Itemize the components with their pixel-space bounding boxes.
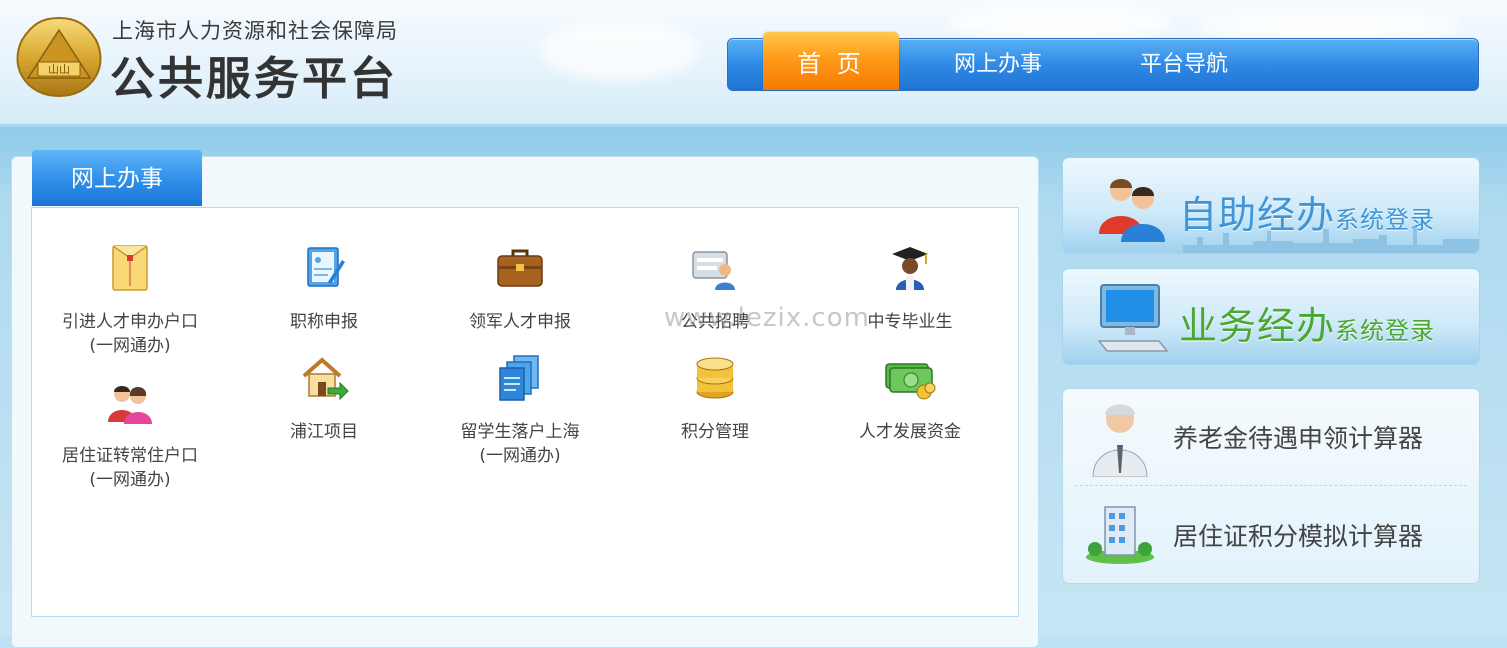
computer-icon [1097, 284, 1169, 352]
service-label: 职称申报 [290, 312, 358, 332]
nav-item-online-service[interactable]: 网上办事 [928, 39, 1068, 90]
calculator-box: 养老金待遇申领计算器 居住证积分模拟计算器 [1062, 388, 1480, 584]
cloud-decoration [950, 2, 1170, 42]
residence-points-calculator-link[interactable]: 居住证积分模拟计算器 [1063, 487, 1479, 583]
emblem-icon: 山山 [16, 16, 102, 98]
cloud-decoration [1200, 8, 1460, 42]
service-sublabel: (一网通办) [479, 446, 561, 466]
residence-points-calculator-label: 居住证积分模拟计算器 [1173, 522, 1424, 551]
header: 山山 上海市人力资源和社会保障局 公共服务平台 首 页 网上办事 平台导航 [0, 0, 1507, 127]
recruit-icon [692, 251, 735, 290]
tab-online-service[interactable]: 网上办事 [32, 150, 202, 206]
service-sublabel: (一网通办) [89, 336, 171, 356]
service-talent-development-fund[interactable]: 人才发展资金 [812, 352, 1008, 444]
service-overseas-student-settlement[interactable]: 留学生落户上海 (一网通办) [422, 352, 618, 468]
documents-icon [499, 355, 539, 401]
service-label: 中专毕业生 [867, 312, 953, 332]
banner-subtitle: 系统登录 [1335, 317, 1436, 345]
graduate-icon [892, 247, 928, 290]
coins-icon [696, 357, 734, 399]
service-label: 浦江项目 [290, 422, 358, 442]
banner-title: 业务经办系统登录 [1179, 304, 1436, 348]
service-label: 引进人才申办户口 [62, 312, 198, 332]
self-service-login-banner[interactable]: 自助经办系统登录 [1062, 157, 1480, 254]
envelope-icon [112, 245, 148, 291]
platform-name: 公共服务平台 [110, 52, 399, 105]
service-title-application[interactable]: 职称申报 [226, 242, 422, 334]
org-name: 上海市人力资源和社会保障局 [112, 19, 398, 43]
service-label: 留学生落户上海 [460, 422, 580, 442]
main-nav: 首 页 网上办事 平台导航 [727, 32, 1479, 91]
building-icon [1086, 506, 1154, 564]
couple-icon [108, 386, 152, 424]
business-login-banner[interactable]: 业务经办系统登录 [1062, 268, 1480, 365]
service-public-recruitment[interactable]: 公共招聘 [617, 242, 813, 334]
cloud-decoration [540, 20, 700, 80]
nav-item-home[interactable]: 首 页 [763, 32, 899, 90]
service-talent-hukou[interactable]: 引进人才申办户口 (一网通办) [32, 242, 228, 358]
service-residence-to-hukou[interactable]: 居住证转常住户口 (一网通办) [32, 376, 228, 492]
money-icon [885, 363, 936, 400]
service-label: 居住证转常住户口 [62, 446, 198, 466]
elder-person-icon [1092, 404, 1148, 477]
briefcase-icon [497, 249, 543, 287]
divider [1075, 485, 1467, 486]
pension-calculator-link[interactable]: 养老金待遇申领计算器 [1063, 389, 1479, 485]
service-secondary-graduate[interactable]: 中专毕业生 [812, 242, 1008, 334]
skyline-decoration [1183, 227, 1479, 253]
service-label: 领军人才申报 [469, 312, 571, 332]
users-icon [1099, 179, 1165, 242]
svg-text:山山: 山山 [48, 63, 70, 76]
service-label: 积分管理 [681, 422, 749, 442]
nav-item-platform-navigation[interactable]: 平台导航 [1114, 39, 1254, 90]
service-grid: 引进人才申办户口 (一网通办) 职称申报 领军人才申报 公共招聘 中专毕业生 居… [31, 207, 1019, 617]
service-pujiang-project[interactable]: 浦江项目 [226, 352, 422, 444]
service-label: 公共招聘 [681, 312, 749, 332]
pension-calculator-label: 养老金待遇申领计算器 [1173, 424, 1424, 453]
service-label: 人才发展资金 [859, 422, 961, 442]
service-sublabel: (一网通办) [89, 470, 171, 490]
service-points-management[interactable]: 积分管理 [617, 352, 813, 444]
online-service-panel: 网上办事 引进人才申办户口 (一网通办) 职称申报 领军人才申报 公共招聘 中专… [11, 150, 1039, 648]
house-icon [302, 357, 349, 401]
service-leading-talent[interactable]: 领军人才申报 [422, 242, 618, 334]
certificate-icon [307, 247, 345, 287]
